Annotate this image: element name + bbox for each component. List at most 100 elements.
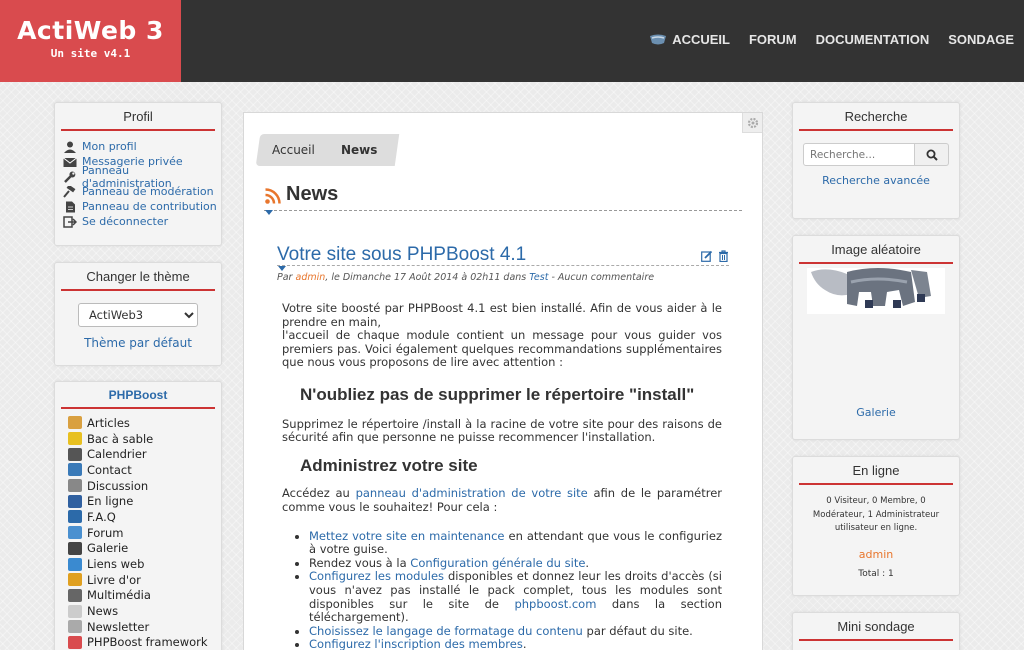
module-item[interactable]: PHPBoost framework	[68, 635, 221, 650]
user-icon	[64, 141, 76, 153]
random-image-panel: Image aléatoire Galerie	[792, 235, 960, 440]
nav-accueil[interactable]: ACCUEIL	[649, 32, 730, 47]
meta-comments[interactable]: - Aucun commentaire	[551, 272, 654, 283]
general-config-link[interactable]: Configuration générale du site	[410, 556, 585, 570]
nav-sondage[interactable]: SONDAGE	[948, 32, 1014, 47]
phpboost-com-link[interactable]: phpboost.com	[514, 597, 596, 611]
module-item[interactable]: Livre d'or	[68, 572, 221, 588]
breadcrumb-current[interactable]: News	[341, 143, 377, 157]
title-pointer	[265, 210, 273, 215]
module-item[interactable]: Contact	[68, 462, 221, 478]
site-header: ActiWeb 3 Un site v4.1 ACCUEIL FORUM DOC…	[0, 0, 1024, 82]
list-item: Configurez les modules disponibles et do…	[309, 569, 722, 624]
module-item[interactable]: Discussion	[68, 478, 221, 494]
module-icon	[68, 447, 82, 461]
article-title-pointer	[278, 266, 286, 271]
module-icon	[68, 494, 82, 508]
module-item[interactable]: News	[68, 603, 221, 619]
online-panel: En ligne 0 Visiteur, 0 Membre, 0 Modérat…	[792, 456, 960, 596]
meta-author[interactable]: admin	[296, 272, 326, 283]
module-item[interactable]: Newsletter	[68, 619, 221, 635]
theme-panel: Changer le thème ActiWeb3 Thème par défa…	[54, 262, 222, 366]
phpboost-title: PHPBoost	[61, 382, 215, 409]
content-format-link[interactable]: Choisissez le langage de formatage du co…	[309, 624, 583, 638]
module-icon	[68, 416, 82, 430]
theme-title: Changer le thème	[61, 263, 215, 291]
wrench-icon	[64, 171, 76, 183]
article-title[interactable]: Votre site sous PHPBoost 4.1	[277, 244, 526, 265]
nav-documentation[interactable]: DOCUMENTATION	[816, 32, 930, 47]
gavel-icon	[63, 185, 76, 198]
search-title: Recherche	[799, 103, 953, 131]
theme-select[interactable]: ActiWeb3	[78, 303, 198, 327]
module-item[interactable]: Bac à sable	[68, 431, 221, 447]
module-icon	[68, 573, 82, 587]
menu-item-label: Panneau de modération	[82, 185, 214, 198]
file-icon	[66, 201, 75, 212]
gallery-link[interactable]: Galerie	[793, 406, 959, 419]
gallery-thumbnail-image	[811, 268, 931, 308]
menu-item-contribution[interactable]: Panneau de contribution	[63, 199, 221, 214]
module-label: F.A.Q	[87, 509, 116, 524]
search-panel: Recherche Recherche avancée	[792, 102, 960, 219]
menu-item-deconnexion[interactable]: Se déconnecter	[63, 214, 221, 229]
module-item[interactable]: F.A.Q	[68, 509, 221, 525]
rss-icon[interactable]	[264, 187, 282, 205]
random-image[interactable]	[807, 268, 945, 314]
online-total: Total : 1	[858, 568, 894, 579]
module-label: Articles	[87, 415, 130, 430]
module-icon	[68, 557, 82, 571]
logout-icon	[63, 215, 77, 228]
menu-item-mon-profil[interactable]: Mon profil	[63, 139, 221, 154]
module-item[interactable]: Articles	[68, 415, 221, 431]
module-label: Multimédia	[87, 588, 151, 603]
module-item[interactable]: Multimédia	[68, 588, 221, 604]
envelope-icon	[63, 157, 77, 167]
search-input[interactable]	[803, 143, 915, 166]
online-title: En ligne	[799, 457, 953, 485]
module-label: PHPBoost framework	[87, 635, 208, 650]
module-item[interactable]: Forum	[68, 525, 221, 541]
maintenance-link[interactable]: Mettez votre site en maintenance	[309, 529, 505, 543]
module-item[interactable]: En ligne	[68, 493, 221, 509]
settings-gear-button[interactable]	[742, 113, 762, 133]
module-icon	[68, 510, 82, 524]
module-item[interactable]: Galerie	[68, 541, 221, 557]
menu-item-admin-panel[interactable]: Panneau d'administration	[63, 164, 221, 190]
nav-forum[interactable]: FORUM	[749, 32, 797, 47]
module-icon	[68, 604, 82, 618]
modules-config-link[interactable]: Configurez les modules	[309, 569, 444, 584]
default-theme-link[interactable]: Thème par défaut	[55, 336, 221, 350]
meta-par: Par	[277, 272, 293, 283]
site-logo[interactable]: ActiWeb 3 Un site v4.1	[0, 0, 181, 82]
article-actions	[701, 250, 729, 262]
module-label: En ligne	[87, 494, 134, 509]
meta-category[interactable]: Test	[529, 272, 548, 283]
admin-text-1: Accédez au	[282, 486, 350, 501]
module-list: Articles Bac à sable Calendrier Contact Disc…	[55, 409, 221, 650]
li2-text: Rendez vous à la	[309, 555, 411, 570]
module-label: Livre d'or	[87, 572, 141, 587]
menu-item-moderation[interactable]: Panneau de modération	[63, 184, 221, 199]
li2-end: .	[585, 555, 590, 570]
module-icon	[68, 635, 82, 649]
edit-icon[interactable]	[701, 250, 713, 262]
breadcrumb-home[interactable]: Accueil	[272, 143, 315, 157]
module-icon	[68, 620, 82, 634]
module-label: Forum	[87, 525, 124, 540]
module-item[interactable]: Liens web	[68, 556, 221, 572]
module-icon	[68, 588, 82, 602]
li4-text: par défaut du site.	[582, 623, 693, 638]
main-content: Accueil News News Votre site sous PHPBoo…	[243, 112, 763, 650]
admin-paragraph: Accédez au panneau d'administration de v…	[282, 487, 722, 514]
admin-panel-link[interactable]: panneau d'administration de votre site	[356, 486, 588, 501]
module-label: Contact	[87, 462, 132, 477]
list-item: Choisissez le langage de formatage du co…	[309, 623, 722, 639]
search-button[interactable]	[915, 143, 949, 166]
member-registration-link[interactable]: Configurez l'inscription des membres	[309, 637, 523, 650]
advanced-search-link[interactable]: Recherche avancée	[793, 174, 959, 187]
module-item[interactable]: Calendrier	[68, 446, 221, 462]
delete-icon[interactable]	[718, 250, 729, 262]
online-user-admin[interactable]: admin	[793, 548, 959, 561]
poll-panel: Mini sondage	[792, 612, 960, 650]
